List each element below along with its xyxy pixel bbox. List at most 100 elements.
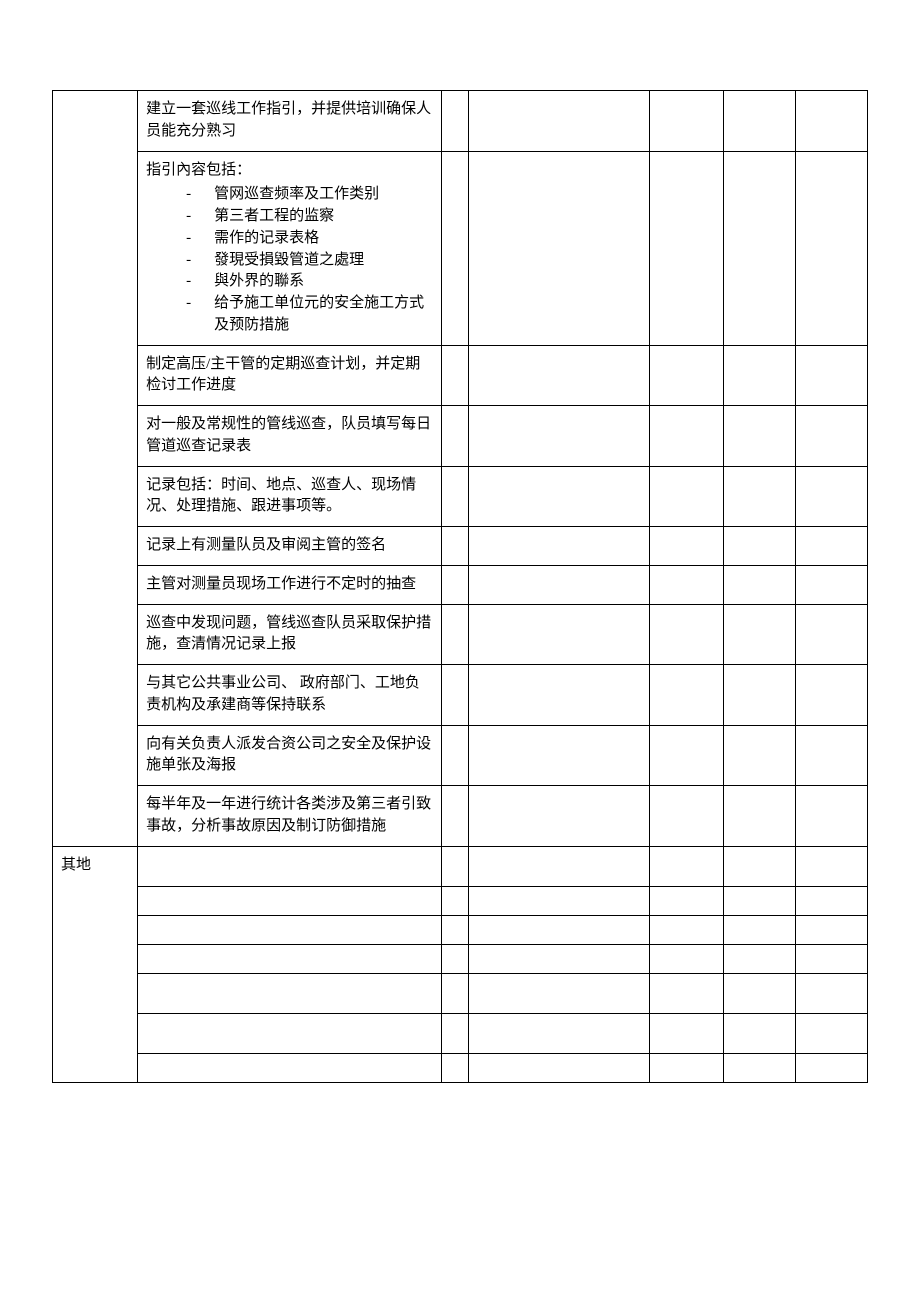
cell-c7 <box>795 786 867 847</box>
cell-c4 <box>469 151 649 345</box>
cell-c4 <box>469 1013 649 1053</box>
cell-c6 <box>723 846 795 886</box>
cell-description <box>138 944 442 973</box>
desc-text: 记录上有测量队员及审阅主管的签名 <box>146 537 386 553</box>
cell-c4 <box>469 1053 649 1082</box>
cell-description: 向有关负责人派发合资公司之安全及保护设施单张及海报 <box>138 725 442 786</box>
cell-c7 <box>795 527 867 566</box>
cell-c3 <box>442 665 469 726</box>
cell-c7 <box>795 725 867 786</box>
cell-c6 <box>723 406 795 467</box>
cell-c7 <box>795 846 867 886</box>
desc-text: 每半年及一年进行统计各类涉及第三者引致事故，分析事故原因及制订防御措施 <box>146 796 431 834</box>
cell-c7 <box>795 604 867 665</box>
cell-c4 <box>469 944 649 973</box>
cell-c6 <box>723 604 795 665</box>
cell-c7 <box>795 973 867 1013</box>
list-item: 管网巡查频率及工作类别 <box>186 184 433 206</box>
cell-description: 指引內容包括： 管网巡查频率及工作类别 第三者工程的监察 需作的记录表格 發現受… <box>138 151 442 345</box>
cell-c6 <box>723 973 795 1013</box>
table-row: 向有关负责人派发合资公司之安全及保护设施单张及海报 <box>53 725 868 786</box>
cell-description <box>138 846 442 886</box>
desc-text: 对一般及常规性的管线巡查，队员填写每日管道巡查记录表 <box>146 416 431 454</box>
cell-c7 <box>795 151 867 345</box>
cell-c5 <box>649 1013 723 1053</box>
table-row: 记录上有测量队员及审阅主管的签名 <box>53 527 868 566</box>
cell-c5 <box>649 565 723 604</box>
cell-c6 <box>723 91 795 152</box>
cell-description: 每半年及一年进行统计各类涉及第三者引致事故，分析事故原因及制订防御措施 <box>138 786 442 847</box>
cell-description <box>138 1013 442 1053</box>
cell-c6 <box>723 565 795 604</box>
cell-category-blank <box>53 91 138 847</box>
category-label: 其地 <box>61 857 91 873</box>
cell-description: 记录包括：时间、地点、巡查人、现场情况、处理措施、跟进事项等。 <box>138 466 442 527</box>
list-item: 需作的记录表格 <box>186 228 433 250</box>
cell-c6 <box>723 665 795 726</box>
cell-c4 <box>469 725 649 786</box>
inspection-table: 建立一套巡线工作指引，并提供培训确保人员能充分熟习 指引內容包括： 管网巡查频率… <box>52 90 868 1083</box>
cell-c3 <box>442 604 469 665</box>
cell-c3 <box>442 786 469 847</box>
cell-c4 <box>469 886 649 915</box>
cell-c6 <box>723 1013 795 1053</box>
table-row: 与其它公共事业公司、 政府部门、工地负责机构及承建商等保持联系 <box>53 665 868 726</box>
cell-c3 <box>442 886 469 915</box>
cell-description: 制定高压/主干管的定期巡查计划，并定期检讨工作进度 <box>138 345 442 406</box>
cell-c5 <box>649 973 723 1013</box>
cell-c4 <box>469 973 649 1013</box>
cell-c7 <box>795 665 867 726</box>
table-row <box>53 1053 868 1082</box>
cell-description: 主管对测量员现场工作进行不定时的抽查 <box>138 565 442 604</box>
desc-text: 制定高压/主干管的定期巡查计划，并定期检讨工作进度 <box>146 356 420 394</box>
cell-c3 <box>442 406 469 467</box>
cell-c5 <box>649 91 723 152</box>
cell-c6 <box>723 527 795 566</box>
desc-text: 与其它公共事业公司、 政府部门、工地负责机构及承建商等保持联系 <box>146 675 420 713</box>
cell-c3 <box>442 973 469 1013</box>
cell-c4 <box>469 466 649 527</box>
cell-description <box>138 915 442 944</box>
cell-c4 <box>469 915 649 944</box>
cell-c7 <box>795 944 867 973</box>
cell-c6 <box>723 886 795 915</box>
cell-c6 <box>723 725 795 786</box>
cell-c5 <box>649 151 723 345</box>
desc-text: 主管对测量员现场工作进行不定时的抽查 <box>146 576 416 592</box>
cell-c5 <box>649 846 723 886</box>
desc-text: 建立一套巡线工作指引，并提供培训确保人员能充分熟习 <box>146 101 431 139</box>
table-row: 记录包括：时间、地点、巡查人、现场情况、处理措施、跟进事项等。 <box>53 466 868 527</box>
cell-c5 <box>649 886 723 915</box>
cell-c3 <box>442 91 469 152</box>
cell-c7 <box>795 91 867 152</box>
cell-c4 <box>469 604 649 665</box>
cell-c6 <box>723 915 795 944</box>
cell-c3 <box>442 1053 469 1082</box>
cell-c3 <box>442 725 469 786</box>
table-row <box>53 944 868 973</box>
cell-c3 <box>442 944 469 973</box>
cell-c4 <box>469 91 649 152</box>
cell-description <box>138 886 442 915</box>
cell-c7 <box>795 915 867 944</box>
cell-c7 <box>795 406 867 467</box>
cell-c3 <box>442 1013 469 1053</box>
cell-c7 <box>795 565 867 604</box>
cell-c3 <box>442 527 469 566</box>
cell-c3 <box>442 846 469 886</box>
cell-c6 <box>723 786 795 847</box>
cell-c5 <box>649 604 723 665</box>
cell-c3 <box>442 151 469 345</box>
table-row: 对一般及常规性的管线巡查，队员填写每日管道巡查记录表 <box>53 406 868 467</box>
cell-c4 <box>469 665 649 726</box>
cell-c6 <box>723 466 795 527</box>
desc-list-header: 指引內容包括： <box>146 160 433 182</box>
desc-text: 向有关负责人派发合资公司之安全及保护设施单张及海报 <box>146 736 431 774</box>
table-row: 制定高压/主干管的定期巡查计划，并定期检讨工作进度 <box>53 345 868 406</box>
table-row <box>53 886 868 915</box>
cell-c7 <box>795 345 867 406</box>
cell-c5 <box>649 466 723 527</box>
cell-c6 <box>723 1053 795 1082</box>
list-item: 與外界的聯系 <box>186 271 433 293</box>
list-item: 發現受損毀管道之處理 <box>186 250 433 272</box>
